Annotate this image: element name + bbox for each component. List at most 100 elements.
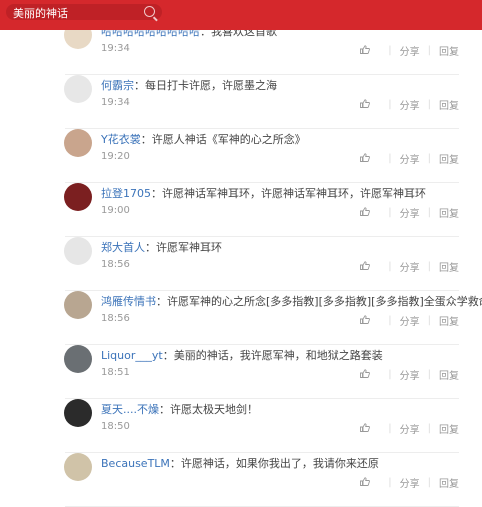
share-button[interactable]: 分享 xyxy=(400,43,420,58)
avatar[interactable] xyxy=(64,291,92,319)
comment-text-line: 郑大首人：许愿军神耳环 xyxy=(101,239,222,255)
comment-content: 许愿神话，如果你我出了，我请你来还原 xyxy=(180,457,379,470)
like-button[interactable] xyxy=(360,44,380,57)
like-icon xyxy=(360,152,371,162)
comment-username[interactable]: Liquor___yt xyxy=(101,349,163,362)
reply-button[interactable]: 回复 xyxy=(439,43,459,58)
action-divider: | xyxy=(388,99,392,110)
search-input[interactable]: 美丽的神话 xyxy=(13,5,68,21)
comment-actions: | 分享 | 回复 xyxy=(360,97,459,112)
like-icon xyxy=(360,422,371,432)
avatar[interactable] xyxy=(64,345,92,373)
comment-separator: ： xyxy=(156,295,167,308)
share-button[interactable]: 分享 xyxy=(400,97,420,112)
comment-separator: ： xyxy=(134,79,145,92)
comment-time: 18:50 xyxy=(101,421,130,432)
comment-list: 哈哈哈哈哈哈哈哈哈：我喜欢这首歌 19:34 | 分享 | 回复 何霸宗：每日打卡许愿，许愿… xyxy=(0,0,482,507)
share-button[interactable]: 分享 xyxy=(400,475,420,490)
like-icon xyxy=(360,44,371,54)
like-button[interactable] xyxy=(360,422,380,435)
comment-username[interactable]: Y花衣裳 xyxy=(101,133,141,146)
comment-actions: | 分享 | 回复 xyxy=(360,43,459,58)
comment-username[interactable]: 拉登1705 xyxy=(101,187,151,200)
search-icon[interactable] xyxy=(144,6,155,17)
like-icon xyxy=(360,260,371,270)
like-icon xyxy=(360,368,371,378)
reply-button[interactable]: 回复 xyxy=(439,367,459,382)
reply-button[interactable]: 回复 xyxy=(439,313,459,328)
comment-item: BecauseTLM：许愿神话，如果你我出了，我请你来还原 | 分享 | 回复 xyxy=(64,453,459,507)
action-divider: | xyxy=(427,99,431,110)
comment-time: 19:20 xyxy=(101,151,130,162)
action-divider: | xyxy=(388,477,392,488)
comment-text-line: 夏天....不燥：许愿太极天地剑！ xyxy=(101,401,258,417)
like-icon xyxy=(360,206,371,216)
comment-content: 美丽的神话，我许愿军神，和地狱之路套装 xyxy=(173,349,383,362)
comment-separator: ： xyxy=(169,457,181,470)
reply-button[interactable]: 回复 xyxy=(439,421,459,436)
comment-text-line: BecauseTLM：许愿神话，如果你我出了，我请你来还原 xyxy=(101,455,379,471)
like-button[interactable] xyxy=(360,314,380,327)
like-button[interactable] xyxy=(360,476,380,489)
action-divider: | xyxy=(427,315,431,326)
action-divider: | xyxy=(427,423,431,434)
action-divider: | xyxy=(427,477,431,488)
comment-actions: | 分享 | 回复 xyxy=(360,259,459,274)
comment-username[interactable]: 何霸宗 xyxy=(101,79,134,92)
top-bar: 美丽的神话 xyxy=(0,0,482,30)
comment-text-line: Liquor___yt：美丽的神话，我许愿军神，和地狱之路套装 xyxy=(101,347,383,363)
action-divider: | xyxy=(427,261,431,272)
avatar[interactable] xyxy=(64,237,92,265)
comment-time: 18:51 xyxy=(101,367,130,378)
like-icon xyxy=(360,98,371,108)
avatar[interactable] xyxy=(64,129,92,157)
comment-content: 每日打卡许愿，许愿墨之海 xyxy=(145,79,277,92)
like-button[interactable] xyxy=(360,368,380,381)
avatar[interactable] xyxy=(64,183,92,211)
action-divider: | xyxy=(388,423,392,434)
share-button[interactable]: 分享 xyxy=(400,151,420,166)
comment-item: 鸿雁传情书：许愿军神的心之所念[多多指教][多多指教][多多指教]全蛋众学救命 1… xyxy=(64,291,482,345)
comment-separator: ： xyxy=(162,349,174,362)
comment-actions: | 分享 | 回复 xyxy=(360,475,459,490)
share-button[interactable]: 分享 xyxy=(400,313,420,328)
like-icon xyxy=(360,476,371,486)
comment-item: 夏天....不燥：许愿太极天地剑！ 18:50 | 分享 | 回复 xyxy=(64,399,459,453)
reply-button[interactable]: 回复 xyxy=(439,151,459,166)
comment-actions: | 分享 | 回复 xyxy=(360,367,459,382)
avatar[interactable] xyxy=(64,75,92,103)
comment-separator: ： xyxy=(151,187,162,200)
like-button[interactable] xyxy=(360,98,380,111)
share-button[interactable]: 分享 xyxy=(400,205,420,220)
avatar[interactable] xyxy=(64,453,92,481)
avatar[interactable] xyxy=(64,399,92,427)
comment-username[interactable]: 鸿雁传情书 xyxy=(101,295,156,308)
action-divider: | xyxy=(388,369,392,380)
reply-button[interactable]: 回复 xyxy=(439,475,459,490)
comment-username[interactable]: 郑大首人 xyxy=(101,241,145,254)
reply-button[interactable]: 回复 xyxy=(439,205,459,220)
comment-actions: | 分享 | 回复 xyxy=(360,421,459,436)
share-button[interactable]: 分享 xyxy=(400,259,420,274)
share-button[interactable]: 分享 xyxy=(400,421,420,436)
action-divider: | xyxy=(388,207,392,218)
comment-username[interactable]: BecauseTLM xyxy=(101,457,170,470)
action-divider: | xyxy=(388,153,392,164)
like-button[interactable] xyxy=(360,260,380,273)
reply-button[interactable]: 回复 xyxy=(439,259,459,274)
like-button[interactable] xyxy=(360,206,380,219)
share-button[interactable]: 分享 xyxy=(400,367,420,382)
action-divider: | xyxy=(388,315,392,326)
comment-item: Liquor___yt：美丽的神话，我许愿军神，和地狱之路套装 18:51 | 分享 |… xyxy=(64,345,459,399)
comment-username[interactable]: 夏天....不燥 xyxy=(101,403,159,416)
comment-actions: | 分享 | 回复 xyxy=(360,151,459,166)
comment-item: 郑大首人：许愿军神耳环 18:56 | 分享 | 回复 xyxy=(64,237,459,291)
like-button[interactable] xyxy=(360,152,380,165)
comment-content: 许愿神话军神耳环，许愿神话军神耳环，许愿军神耳环 xyxy=(162,187,426,200)
comment-item: 何霸宗：每日打卡许愿，许愿墨之海 19:34 | 分享 | 回复 xyxy=(64,75,459,129)
search-box[interactable]: 美丽的神话 xyxy=(6,4,162,20)
comment-time: 18:56 xyxy=(101,313,130,324)
comment-actions: | 分享 | 回复 xyxy=(360,205,459,220)
comment-item: 拉登1705：许愿神话军神耳环，许愿神话军神耳环，许愿军神耳环 19:00 | 分享 |… xyxy=(64,183,459,237)
reply-button[interactable]: 回复 xyxy=(439,97,459,112)
